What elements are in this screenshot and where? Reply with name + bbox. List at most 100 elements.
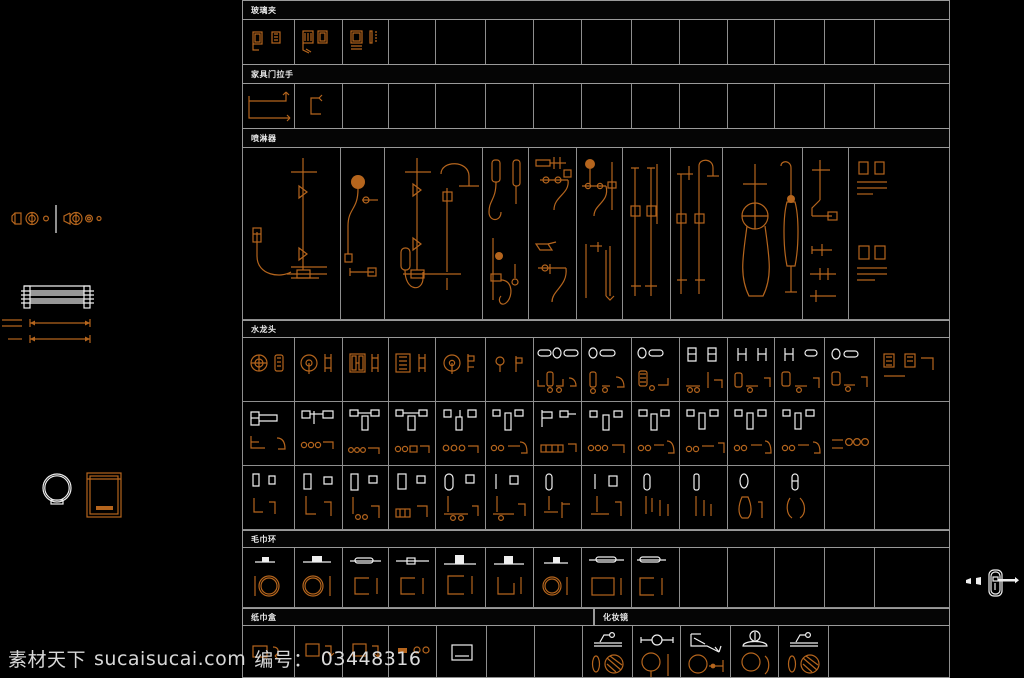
symbol-cell-towel-ring[interactable] bbox=[343, 548, 389, 607]
symbol-cell[interactable] bbox=[825, 20, 876, 65]
symbol-cell-towel-ring[interactable] bbox=[295, 548, 343, 607]
symbol-cell-faucet[interactable] bbox=[486, 402, 535, 465]
symbol-cell[interactable] bbox=[632, 20, 680, 65]
symbol-cell-faucet[interactable] bbox=[436, 466, 487, 529]
symbol-cell-faucet[interactable] bbox=[825, 466, 876, 529]
symbol-cell-faucet[interactable] bbox=[343, 402, 389, 465]
symbol-cell[interactable] bbox=[389, 84, 437, 129]
symbol-cell[interactable] bbox=[680, 84, 728, 129]
symbol-cell-shower[interactable] bbox=[483, 148, 529, 319]
symbol-cell-faucet[interactable] bbox=[680, 402, 728, 465]
symbol-cell-faucet[interactable] bbox=[436, 402, 487, 465]
symbol-cell-towel-ring[interactable] bbox=[632, 548, 680, 607]
symbol-cell[interactable] bbox=[243, 84, 295, 129]
symbol-cell-towel-ring[interactable] bbox=[436, 548, 487, 607]
symbol-cell-faucet[interactable] bbox=[680, 338, 728, 401]
symbol-cell-paper-holder[interactable] bbox=[535, 626, 583, 677]
symbol-cell-faucet[interactable] bbox=[582, 466, 632, 529]
symbol-cell-paper-holder[interactable] bbox=[343, 626, 389, 677]
symbol-cell-paper-holder[interactable] bbox=[243, 626, 295, 677]
symbol-cell-shower[interactable] bbox=[341, 148, 385, 319]
symbol-cell-shower[interactable] bbox=[529, 148, 577, 319]
symbol-cell-vanity-mirror[interactable] bbox=[633, 626, 681, 677]
symbol-cell[interactable] bbox=[343, 84, 389, 129]
symbol-cell-faucet[interactable] bbox=[389, 338, 437, 401]
symbol-cell[interactable] bbox=[389, 20, 437, 65]
symbol-cell-faucet[interactable] bbox=[389, 466, 437, 529]
symbol-cell-shower[interactable] bbox=[671, 148, 723, 319]
symbol-cell-vanity-mirror[interactable] bbox=[779, 626, 829, 677]
symbol-cell[interactable] bbox=[775, 84, 826, 129]
symbol-cell[interactable] bbox=[582, 84, 632, 129]
symbol-cell-faucet[interactable] bbox=[775, 402, 826, 465]
symbol-cell-towel-ring[interactable] bbox=[389, 548, 437, 607]
symbol-cell-faucet[interactable] bbox=[295, 338, 343, 401]
symbol-cell[interactable] bbox=[632, 84, 680, 129]
symbol-cell[interactable] bbox=[295, 20, 343, 65]
symbol-cell[interactable] bbox=[436, 20, 487, 65]
cell-row[interactable] bbox=[242, 626, 950, 678]
symbol-cell-towel-ring[interactable] bbox=[875, 548, 949, 607]
cell-row[interactable] bbox=[242, 548, 950, 608]
symbol-cell-shower[interactable] bbox=[577, 148, 623, 319]
symbol-cell[interactable] bbox=[343, 20, 389, 65]
symbol-cell-faucet[interactable] bbox=[825, 402, 876, 465]
symbol-cell-faucet[interactable] bbox=[825, 338, 876, 401]
symbol-cell-faucet[interactable] bbox=[243, 402, 295, 465]
symbol-cell-faucet[interactable] bbox=[243, 466, 295, 529]
symbol-cell-faucet[interactable] bbox=[343, 338, 389, 401]
symbol-cell[interactable] bbox=[534, 84, 583, 129]
cell-row[interactable] bbox=[242, 402, 950, 466]
symbol-cell-faucet[interactable] bbox=[389, 402, 437, 465]
symbol-cell-faucet[interactable] bbox=[295, 466, 343, 529]
symbol-cell-faucet[interactable] bbox=[534, 402, 583, 465]
symbol-cell-vanity-mirror[interactable] bbox=[829, 626, 903, 677]
symbol-cell-paper-holder[interactable] bbox=[295, 626, 343, 677]
symbol-cell-shower[interactable] bbox=[243, 148, 341, 319]
symbol-cell-paper-holder[interactable] bbox=[437, 626, 487, 677]
symbol-cell-towel-ring[interactable] bbox=[825, 548, 876, 607]
symbol-cell[interactable] bbox=[728, 84, 776, 129]
symbol-cell-shower[interactable] bbox=[723, 148, 803, 319]
symbol-cell-faucet[interactable] bbox=[680, 466, 728, 529]
symbol-cell-faucet[interactable] bbox=[728, 338, 776, 401]
symbol-cell-faucet[interactable] bbox=[632, 466, 680, 529]
symbol-cell-faucet[interactable] bbox=[534, 466, 583, 529]
symbol-cell-faucet[interactable] bbox=[436, 338, 487, 401]
symbol-cell-towel-ring[interactable] bbox=[534, 548, 583, 607]
symbol-cell-faucet[interactable] bbox=[534, 338, 583, 401]
symbol-cell[interactable] bbox=[295, 84, 343, 129]
symbol-cell-towel-ring[interactable] bbox=[243, 548, 295, 607]
symbol-cell[interactable] bbox=[534, 20, 583, 65]
symbol-cell[interactable] bbox=[775, 20, 826, 65]
symbol-cell-shower[interactable] bbox=[385, 148, 483, 319]
symbol-cell-shower[interactable] bbox=[849, 148, 899, 319]
symbol-cell-shower[interactable] bbox=[623, 148, 671, 319]
symbol-cell-faucet[interactable] bbox=[775, 466, 826, 529]
symbol-cell[interactable] bbox=[436, 84, 487, 129]
symbol-cell[interactable] bbox=[486, 84, 535, 129]
symbol-cell-faucet[interactable] bbox=[875, 402, 949, 465]
cell-row[interactable] bbox=[242, 84, 950, 130]
symbol-cell-faucet[interactable] bbox=[582, 338, 632, 401]
symbol-cell-towel-ring[interactable] bbox=[680, 548, 728, 607]
symbol-cell-vanity-mirror[interactable] bbox=[681, 626, 731, 677]
cell-row[interactable] bbox=[242, 338, 950, 402]
symbol-cell-faucet[interactable] bbox=[875, 466, 949, 529]
symbol-cell-faucet[interactable] bbox=[343, 466, 389, 529]
symbol-cell-paper-holder[interactable] bbox=[487, 626, 535, 677]
cell-row[interactable] bbox=[242, 148, 950, 320]
symbol-cell-vanity-mirror[interactable] bbox=[583, 626, 633, 677]
symbol-cell-faucet[interactable] bbox=[486, 466, 535, 529]
symbol-cell[interactable] bbox=[680, 20, 728, 65]
symbol-cell-faucet[interactable] bbox=[486, 338, 535, 401]
symbol-cell-faucet[interactable] bbox=[243, 338, 295, 401]
symbol-cell-faucet[interactable] bbox=[775, 338, 826, 401]
symbol-cell-faucet[interactable] bbox=[728, 466, 776, 529]
symbol-cell[interactable] bbox=[825, 84, 876, 129]
symbol-cell-towel-ring[interactable] bbox=[486, 548, 535, 607]
symbol-library-table[interactable]: 玻璃夹 家具门拉手 喷淋器 水龙头 毛巾环 纸巾盒 化妆镜 bbox=[242, 0, 950, 678]
cell-row[interactable] bbox=[242, 466, 950, 530]
symbol-cell-faucet[interactable] bbox=[295, 402, 343, 465]
symbol-cell[interactable] bbox=[875, 84, 949, 129]
